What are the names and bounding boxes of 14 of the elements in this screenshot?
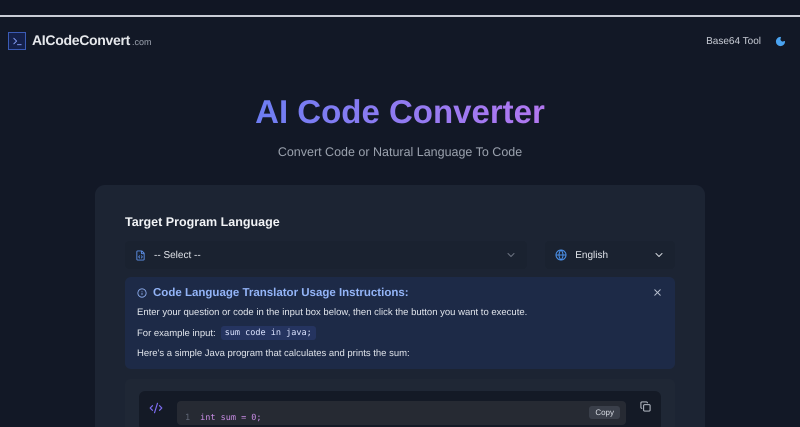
site-logo[interactable]: AICodeConvert.com (32, 32, 152, 50)
code-line: int sum = 0; (200, 413, 262, 423)
example-code: sum code in java; (220, 326, 316, 340)
locale-select[interactable]: English (545, 241, 675, 269)
instructions-title: Code Language Translator Usage Instructions: (153, 287, 409, 299)
instructions-text: Enter your question or code in the input box below, then click the button you want to execute. (137, 307, 528, 318)
nav-link[interactable]: Base64 Tool (706, 36, 761, 46)
page-subtitle: Convert Code or Natural Language To Code (278, 145, 522, 159)
line-number: 1 (185, 413, 190, 423)
language-select[interactable]: -- Select -- (125, 241, 528, 269)
copy-button[interactable]: Copy (589, 406, 620, 419)
field-label: Target Program Language (125, 215, 281, 229)
instructions-text: Here's a simple Java program that calculates and prints the sum: (137, 348, 411, 359)
example-label: For example input: (137, 328, 216, 338)
